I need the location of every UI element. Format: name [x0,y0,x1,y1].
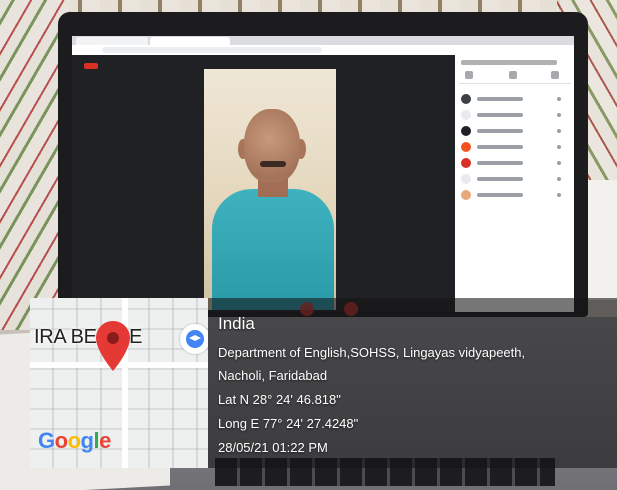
browser-tab-strip [72,36,574,45]
participant-shirt [212,189,334,310]
school-icon [186,330,204,348]
participant-name-placeholder [477,161,523,165]
map-thumbnail: IRA BE AGE Google [30,298,208,468]
google-logo-letter: o [54,428,68,453]
geotag-country: India [218,314,255,333]
avatar [461,158,471,168]
participant-row[interactable] [461,189,569,201]
laptop-screen [72,36,574,312]
participant-name-placeholder [477,97,523,101]
more-options-icon[interactable] [557,193,561,197]
more-options-icon[interactable] [557,161,561,165]
chat-icon[interactable] [509,71,517,79]
people-icon[interactable] [465,71,473,79]
browser-tab[interactable] [76,37,148,45]
google-logo-letter: G [38,428,55,453]
map-pin-icon [96,321,130,371]
participant-moustache [260,161,286,167]
panel-divider [459,83,571,84]
more-options-icon[interactable] [557,145,561,149]
avatar [461,94,471,104]
url-field[interactable] [102,47,322,53]
meeting-video-area [72,55,455,312]
more-options-icon[interactable] [557,113,561,117]
participant-name-placeholder [477,145,523,149]
participant-row[interactable] [461,173,569,185]
avatar [461,174,471,184]
more-options-icon[interactable] [557,129,561,133]
photo-scene: IRA BE AGE Google India Department of En… [0,0,617,490]
more-options-icon[interactable] [557,177,561,181]
browser-tab-active[interactable] [150,37,230,45]
more-options-icon[interactable] [557,97,561,101]
geotag-info-panel: India Department of English,SOHSS, Linga… [208,298,617,468]
participant-name-placeholder [477,129,523,133]
participant-name-placeholder [477,193,523,197]
geotag-longitude: Long E 77° 24' 27.4248" [218,416,359,431]
avatar [461,126,471,136]
geotag-datetime: 28/05/21 01:22 PM [218,440,328,455]
browser-address-bar [72,45,574,55]
participant-row[interactable] [461,141,569,153]
panel-title-bar [461,60,557,65]
meeting-people-panel [455,55,574,312]
google-logo: Google [38,428,111,454]
participant-video-tile [204,69,336,310]
map-category-badge [180,324,208,354]
google-logo-letter: o [67,428,81,453]
participant-row[interactable] [461,93,569,105]
activities-icon[interactable] [551,71,559,79]
avatar [461,110,471,120]
recording-badge [84,63,98,69]
participant-row[interactable] [461,109,569,121]
avatar [461,190,471,200]
google-logo-letter: e [99,428,111,453]
participant-head [244,109,300,183]
geotag-address-line: Nacholi, Faridabad [218,368,328,383]
google-logo-letter: g [80,428,94,453]
participant-row[interactable] [461,157,569,169]
participant-name-placeholder [477,177,523,181]
participant-name-placeholder [477,113,523,117]
geotag-latitude: Lat N 28° 24' 46.818" [218,392,341,407]
avatar [461,142,471,152]
participant-row[interactable] [461,125,569,137]
geotag-address-line: Department of English,SOHSS, Lingayas vi… [218,345,526,360]
